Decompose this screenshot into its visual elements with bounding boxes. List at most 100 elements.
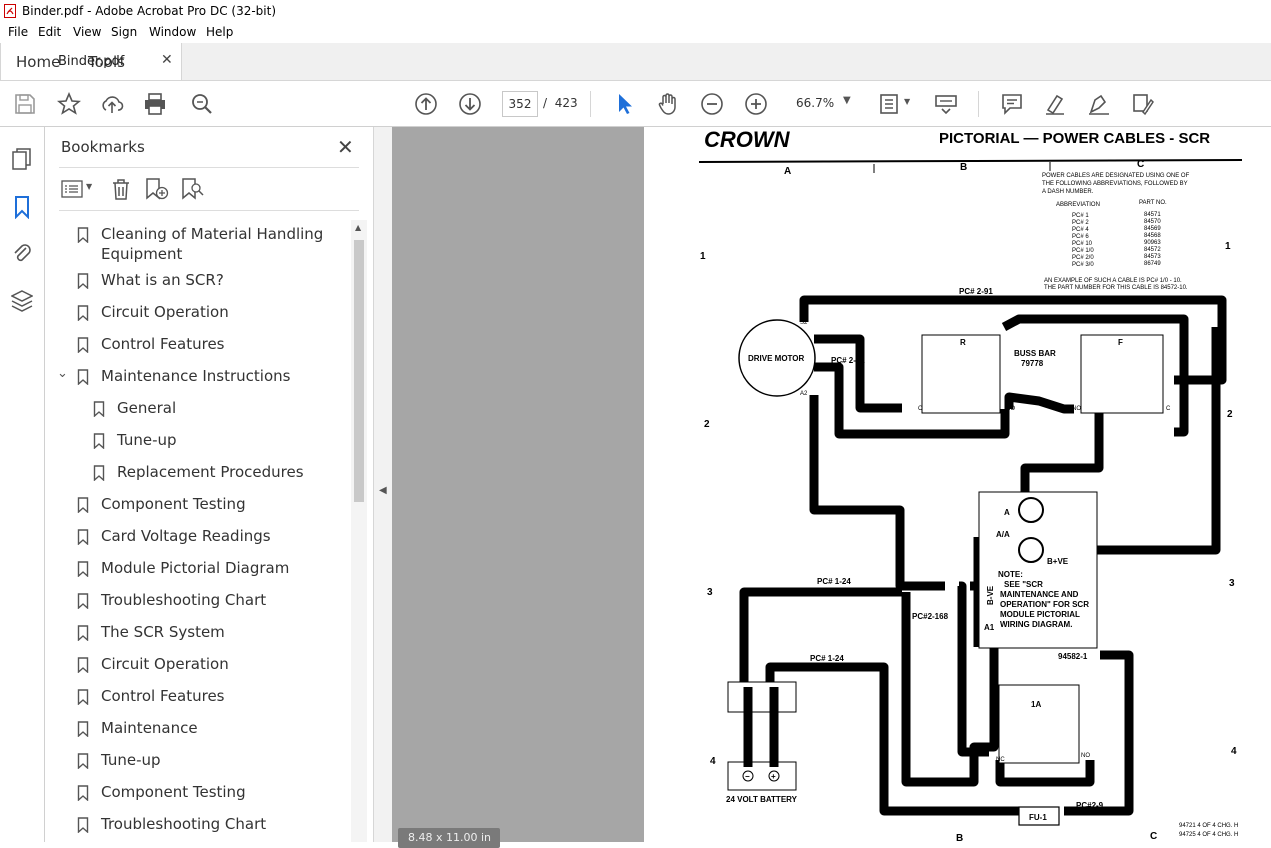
bookmark-item[interactable]: Component Testing	[45, 494, 351, 522]
scroll-mode-icon[interactable]	[934, 92, 958, 116]
zoom-level[interactable]: 66.7%	[796, 96, 834, 110]
note-text: NOTE:	[998, 570, 1023, 579]
bookmark-label: Tune-up	[101, 751, 161, 769]
print-icon[interactable]	[143, 92, 167, 116]
bookmark-icon	[77, 785, 89, 801]
page-down-icon[interactable]	[458, 92, 482, 116]
page-number-input[interactable]: 352	[502, 91, 538, 117]
bookmark-icon	[77, 227, 89, 243]
terminal-aa-label: A/A	[996, 530, 1010, 539]
save-icon[interactable]	[13, 92, 37, 116]
cable-label: PC# 2-91	[959, 287, 993, 296]
bookmark-icon	[77, 497, 89, 513]
sign-icon[interactable]	[1087, 92, 1111, 116]
bookmark-item[interactable]: Cleaning of Material Handling Equipment	[45, 224, 351, 268]
drawing-reference: 94721 4 OF 4 CHG. H	[1179, 823, 1238, 829]
menu-edit[interactable]: Edit	[38, 25, 61, 39]
abbr-cell: PC# 4	[1072, 227, 1089, 233]
note-text: WIRING DIAGRAM.	[1000, 620, 1072, 629]
bookmark-item[interactable]: Troubleshooting Chart	[45, 814, 351, 842]
panel-splitter[interactable]: ◀	[373, 127, 393, 842]
hand-icon[interactable]	[656, 92, 680, 116]
upload-icon[interactable]	[100, 92, 124, 116]
fit-page-icon[interactable]	[878, 92, 902, 116]
attachment-icon[interactable]	[11, 241, 33, 265]
chevron-down-icon[interactable]: ⌄	[57, 366, 68, 381]
example-line: AN EXAMPLE OF SUCH A CABLE IS PC# 1/0 - …	[1044, 278, 1182, 284]
tab-bar: Home Tools Binder.pdf ✕	[0, 43, 1271, 81]
document-viewer[interactable]: 8.48 x 11.00 in CROWN PICTORIAL — POWER …	[392, 127, 1271, 848]
bookmark-panel-icon[interactable]	[13, 195, 31, 219]
bookmark-item[interactable]: Control Features	[45, 686, 351, 714]
bookmark-item[interactable]: Control Features	[45, 334, 351, 362]
bookmark-label: Module Pictorial Diagram	[101, 559, 290, 577]
module-number: 94582-1	[1058, 652, 1088, 661]
wiring-diagram: CROWN PICTORIAL — POWER CABLES - SCR A B…	[698, 127, 1243, 842]
star-icon[interactable]	[57, 92, 81, 116]
terminal-bve-label: B+VE	[1047, 557, 1069, 566]
delete-icon[interactable]	[111, 178, 131, 200]
bookmark-item[interactable]: ⌄ Maintenance Instructions	[45, 366, 351, 394]
scroll-up-icon[interactable]: ▲	[355, 223, 361, 232]
find-bookmark-icon[interactable]	[181, 178, 205, 200]
select-cursor-icon[interactable]	[613, 92, 637, 116]
zoom-in-icon[interactable]	[744, 92, 768, 116]
options-dropdown-icon[interactable]: ▼	[86, 182, 92, 191]
highlight-icon[interactable]	[1043, 92, 1067, 116]
layers-icon[interactable]	[11, 289, 33, 313]
fuse-label: FU-1	[1029, 813, 1047, 822]
comment-icon[interactable]	[1000, 92, 1024, 116]
page-up-icon[interactable]	[414, 92, 438, 116]
close-icon[interactable]: ✕	[337, 135, 354, 159]
bookmark-item[interactable]: Component Testing	[45, 782, 351, 810]
part-cell: 84572	[1144, 247, 1161, 253]
bookmark-item[interactable]: Tune-up	[45, 430, 351, 458]
row-label-4: 4	[710, 756, 716, 767]
bookmark-label: Card Voltage Readings	[101, 527, 271, 545]
pages-icon[interactable]	[11, 147, 33, 171]
zoom-out-icon[interactable]	[700, 92, 724, 116]
brand-logo: CROWN	[704, 127, 791, 152]
cable-label: PC# 2-87	[933, 430, 967, 439]
collapse-panel-icon[interactable]: ◀	[379, 485, 387, 496]
menu-sign[interactable]: Sign	[111, 25, 137, 39]
zoom-dropdown-icon[interactable]: ▼	[843, 95, 851, 106]
edit-icon[interactable]	[1131, 92, 1155, 116]
bookmark-item[interactable]: What is an SCR?	[45, 270, 351, 298]
terminal-label: A2	[800, 391, 808, 397]
terminal-label: NO	[1072, 406, 1081, 412]
bookmark-item[interactable]: Replacement Procedures	[45, 462, 351, 490]
options-menu-icon[interactable]	[61, 180, 83, 198]
part-cell: 86749	[1144, 261, 1161, 267]
part-cell: 84569	[1144, 226, 1161, 232]
bookmark-item[interactable]: Module Pictorial Diagram	[45, 558, 351, 586]
bookmark-label: Circuit Operation	[101, 655, 229, 673]
bookmark-item[interactable]: Circuit Operation	[45, 302, 351, 330]
menu-file[interactable]: File	[8, 25, 28, 39]
menu-help[interactable]: Help	[206, 25, 233, 39]
bookmark-item[interactable]: Troubleshooting Chart	[45, 590, 351, 618]
bookmark-icon	[77, 273, 89, 289]
fit-dropdown-icon[interactable]: ▼	[904, 97, 910, 106]
bookmark-label: Control Features	[101, 687, 225, 705]
scrollbar-thumb[interactable]	[354, 240, 364, 502]
bookmark-item[interactable]: General	[45, 398, 351, 426]
bookmark-scrollbar[interactable]: ▲	[351, 220, 367, 842]
bookmark-item[interactable]: Circuit Operation	[45, 654, 351, 682]
tab-home[interactable]: Home	[16, 53, 60, 71]
terminal-label: NO	[1006, 406, 1015, 412]
left-navigation-rail	[0, 127, 45, 842]
new-bookmark-icon[interactable]	[145, 178, 169, 200]
bookmark-item[interactable]: Maintenance	[45, 718, 351, 746]
search-icon[interactable]	[190, 92, 214, 116]
menu-view[interactable]: View	[73, 25, 101, 39]
menu-window[interactable]: Window	[149, 25, 196, 39]
bookmark-item[interactable]: Card Voltage Readings	[45, 526, 351, 554]
bookmark-label: Component Testing	[101, 495, 246, 513]
cable-label: PC#2-168	[912, 612, 949, 621]
menu-bar: File Edit View Sign Window Help	[0, 22, 1271, 43]
bookmark-item[interactable]: Tune-up	[45, 750, 351, 778]
col-label-c: C	[1137, 159, 1144, 170]
bookmark-item[interactable]: The SCR System	[45, 622, 351, 650]
close-tab-icon[interactable]: ✕	[161, 52, 173, 68]
